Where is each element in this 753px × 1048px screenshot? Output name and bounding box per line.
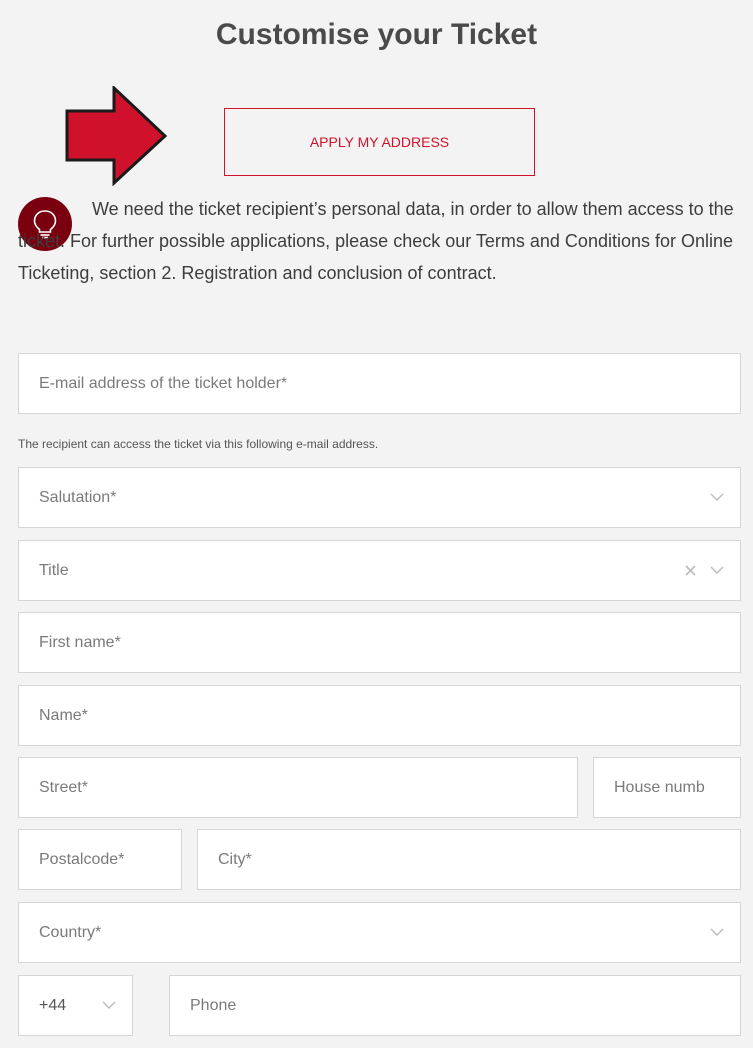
title-select[interactable]: Title <box>18 540 741 601</box>
name-field[interactable]: Name* <box>18 685 741 746</box>
house-number-field[interactable]: House numb <box>593 757 741 818</box>
phone-placeholder: Phone <box>190 996 237 1014</box>
chevron-down-icon <box>102 1001 116 1009</box>
clear-icon[interactable] <box>685 565 696 576</box>
salutation-placeholder: Salutation* <box>39 488 117 506</box>
page-title: Customise your Ticket <box>215 18 538 51</box>
phone-prefix-value: +44 <box>39 996 67 1014</box>
postalcode-field[interactable]: Postalcode* <box>18 829 182 890</box>
recipient-data-info: We need the ticket recipient’s personal … <box>18 199 734 283</box>
street-placeholder: Street* <box>39 778 88 796</box>
chevron-down-icon <box>710 566 724 574</box>
chevron-down-icon <box>710 493 724 501</box>
email-field[interactable]: E-mail address of the ticket holder* <box>18 353 741 414</box>
country-placeholder: Country* <box>39 923 102 941</box>
phone-prefix-select[interactable]: +44 <box>18 975 133 1036</box>
salutation-select[interactable]: Salutation* <box>18 467 741 528</box>
city-placeholder: City* <box>218 850 252 868</box>
first-name-placeholder: First name* <box>39 633 121 651</box>
postalcode-placeholder: Postalcode* <box>39 850 125 868</box>
email-hint: The recipient can access the ticket via … <box>18 437 379 451</box>
arrow-right-icon <box>65 86 168 186</box>
name-placeholder: Name* <box>39 706 88 724</box>
house-number-placeholder: House numb <box>614 778 705 796</box>
city-field[interactable]: City* <box>197 829 741 890</box>
apply-my-address-button[interactable]: APPLY MY ADDRESS <box>224 108 535 176</box>
phone-field[interactable]: Phone <box>169 975 741 1036</box>
country-select[interactable]: Country* <box>18 902 741 963</box>
street-field[interactable]: Street* <box>18 757 578 818</box>
chevron-down-icon <box>710 928 724 936</box>
title-placeholder: Title <box>39 561 69 579</box>
first-name-field[interactable]: First name* <box>18 612 741 673</box>
email-placeholder: E-mail address of the ticket holder* <box>39 374 288 392</box>
